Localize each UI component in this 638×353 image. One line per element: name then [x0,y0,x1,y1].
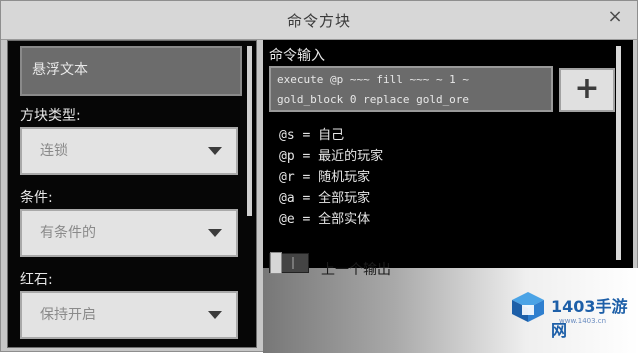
right-scrollbar[interactable] [616,46,621,260]
condition-label: 条件: [20,190,53,206]
condition-value: 有条件的 [40,225,96,241]
redstone-dropdown[interactable]: 保持开启 [20,291,238,339]
window-title: 命令方块 [286,12,351,30]
redstone-label: 红石: [20,272,53,288]
watermark-logo: 1403手游网 www.1403.cn [511,287,635,340]
condition-dropdown[interactable]: 有条件的 [20,209,238,257]
settings-panel: 悬浮文本 方块类型: 连锁 条件: 有条件的 红石: 保持开启 [7,40,257,348]
chevron-down-icon [208,229,222,237]
command-input[interactable]: execute @p ~~~ fill ~~~ ~ 1 ~ gold_block … [269,66,553,112]
left-scrollbar[interactable] [247,46,252,216]
selector-help-line: @a = 全部玩家 [279,191,371,206]
cube-logo-icon [512,292,544,322]
watermark-url: www.1403.cn [559,317,607,325]
block-type-dropdown[interactable]: 连锁 [20,127,238,175]
block-type-label: 方块类型: [20,108,81,124]
title-bar: 命令方块 × [1,1,637,40]
command-input-label: 命令输入 [269,48,325,64]
chevron-down-icon [208,147,222,155]
toggle-mark [292,257,294,269]
chevron-down-icon [208,311,222,319]
command-block-window: 命令方块 × 悬浮文本 方块类型: 连锁 条件: 有条件的 红石: 保持开启 命… [0,0,638,353]
selector-help-line: @s = 自己 [279,128,345,143]
selector-help-line: @r = 随机玩家 [279,170,371,185]
hover-text-field[interactable]: 悬浮文本 [20,46,242,96]
add-button[interactable]: + [559,68,615,112]
selector-help-line: @p = 最近的玩家 [279,149,384,164]
command-line: gold_block 0 replace gold_ore [277,93,470,106]
previous-output-label: 上一个输出 [321,262,391,278]
block-type-value: 连锁 [40,143,68,159]
toggle-knob [270,252,282,274]
close-icon[interactable]: × [607,8,623,26]
selector-help-line: @e = 全部实体 [279,212,371,227]
redstone-value: 保持开启 [40,307,96,323]
previous-output-toggle[interactable] [269,252,309,274]
command-line: execute @p ~~~ fill ~~~ ~ 1 ~ [277,73,470,86]
command-panel: 命令输入 execute @p ~~~ fill ~~~ ~ 1 ~ gold_b… [263,40,633,268]
